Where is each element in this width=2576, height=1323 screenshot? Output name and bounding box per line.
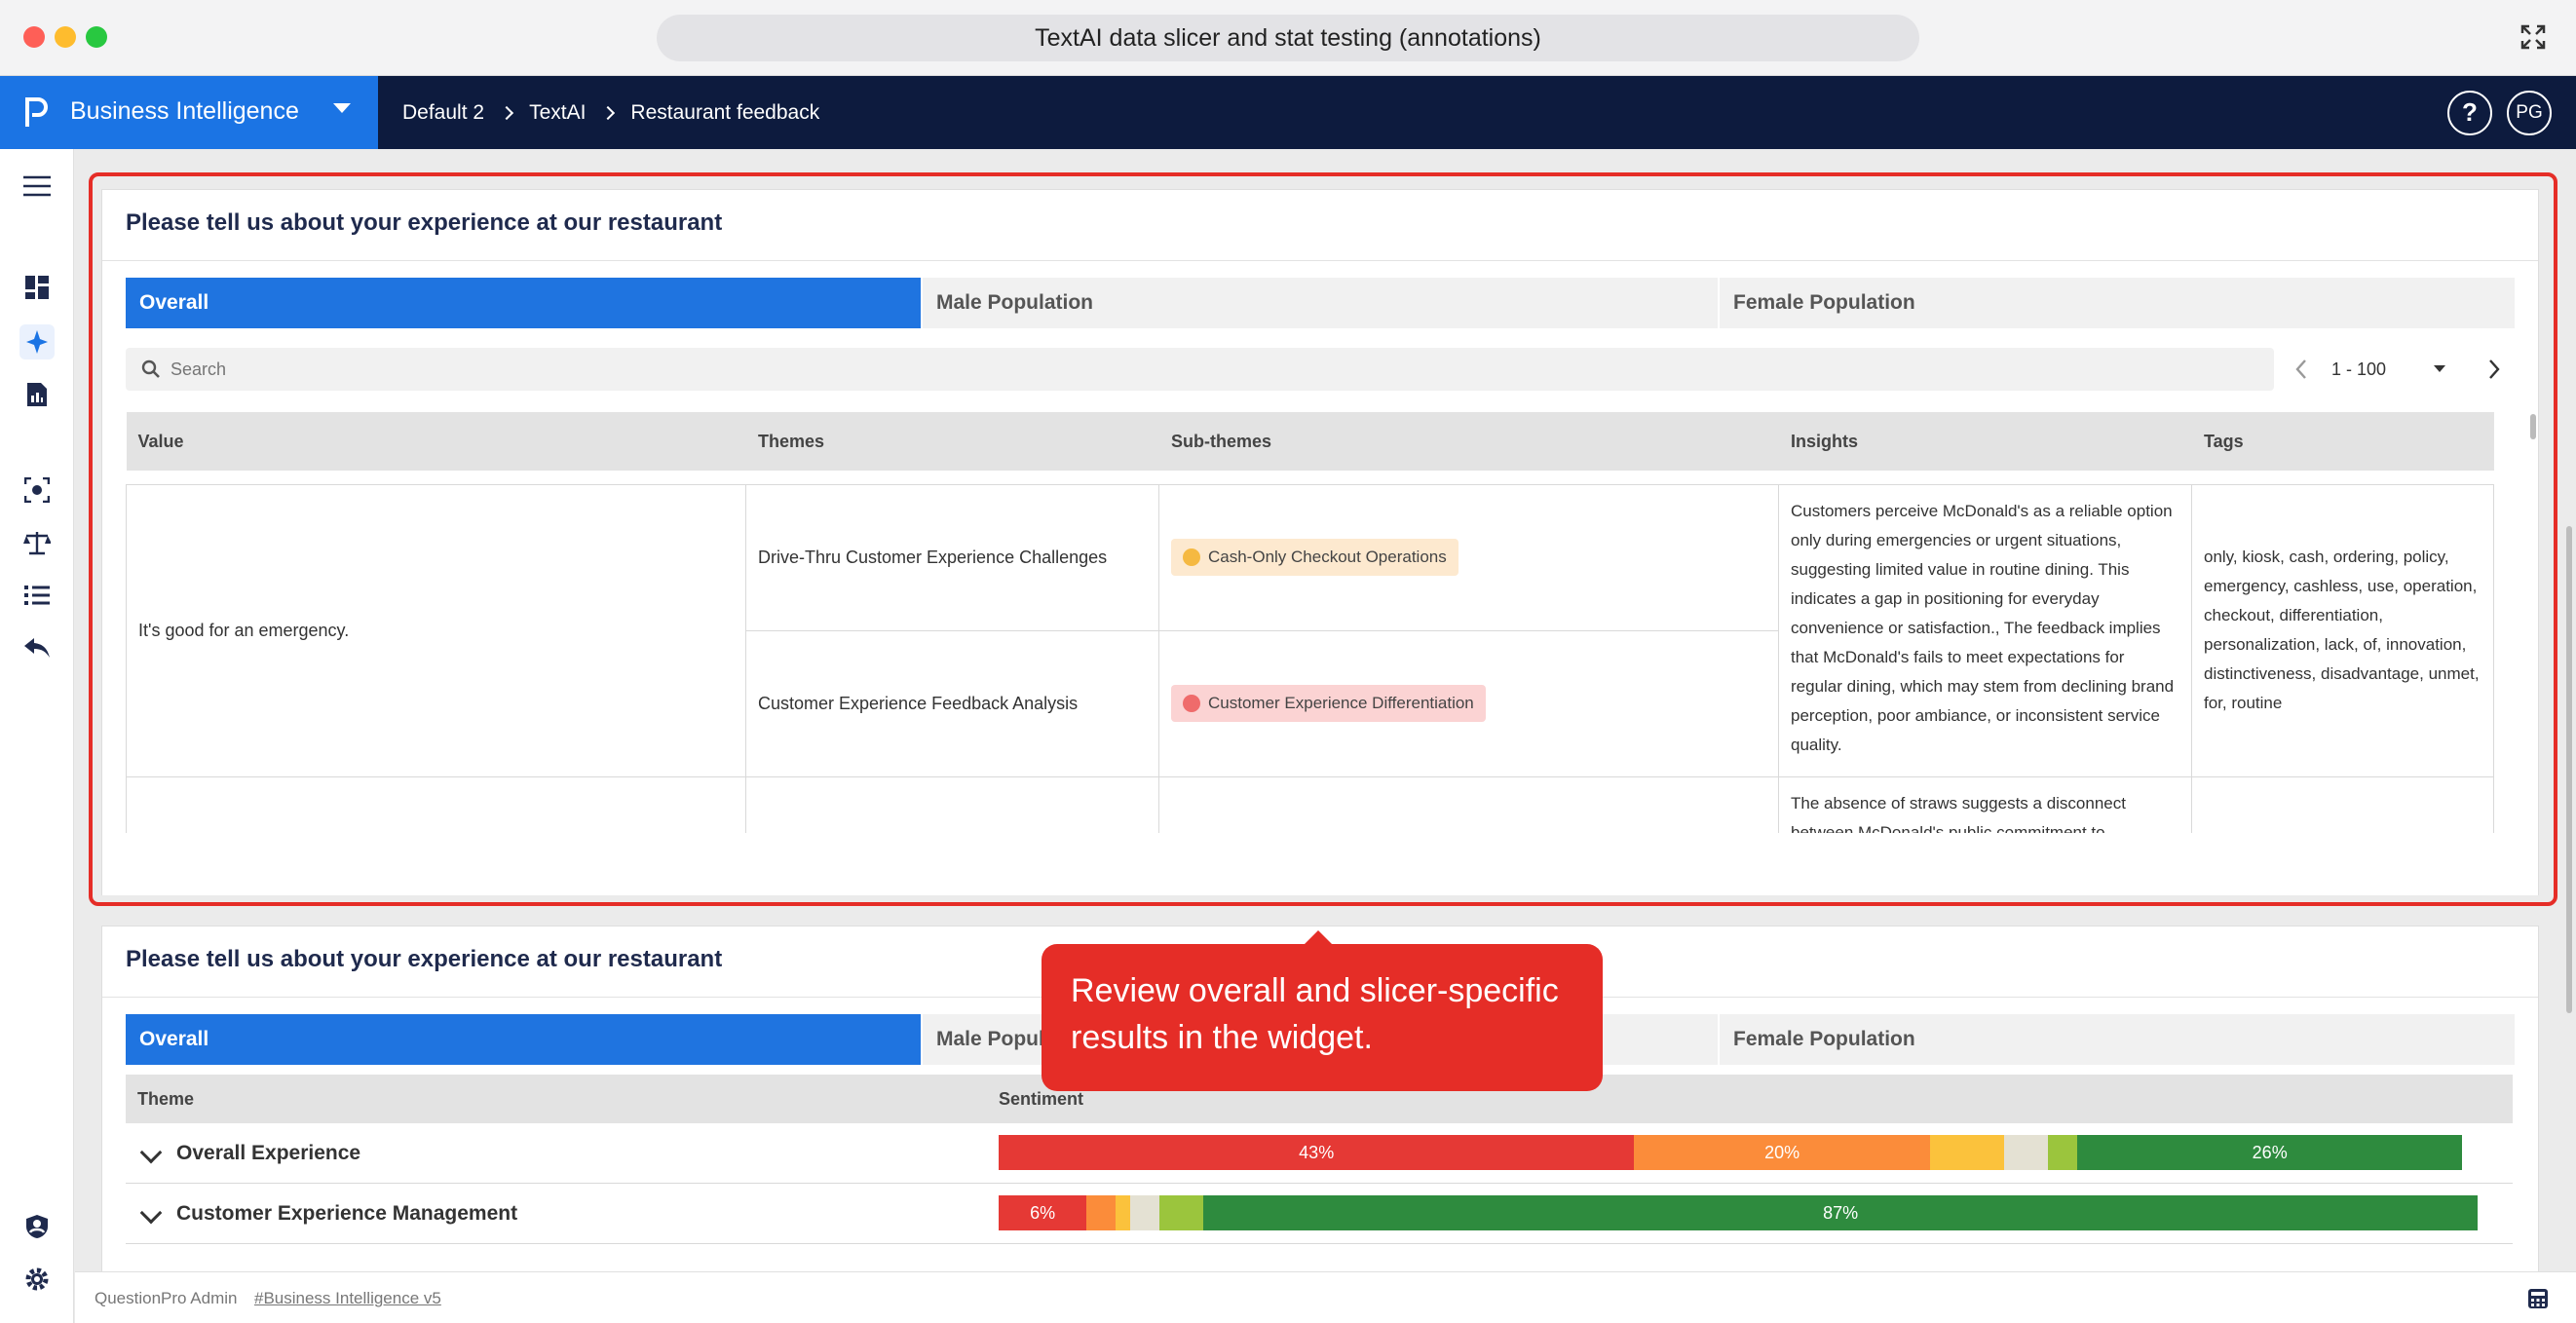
- list-icon[interactable]: [19, 578, 55, 613]
- breadcrumb-item[interactable]: TextAI: [529, 101, 586, 125]
- verbatim-table: Value Themes Sub-themes Insights Tags It…: [126, 412, 2494, 889]
- window-title: TextAI data slicer and stat testing (ann…: [657, 15, 1919, 61]
- help-button[interactable]: ?: [2447, 91, 2492, 135]
- theme-row[interactable]: Overall Experience 43% 20% 26%: [126, 1123, 2513, 1184]
- textai-sparkle-icon[interactable]: [19, 324, 55, 359]
- chevron-down-icon[interactable]: [139, 1141, 163, 1164]
- segment-focus-icon[interactable]: [19, 472, 55, 508]
- breadcrumb: Default 2 TextAI Restaurant feedback: [402, 76, 819, 149]
- window-titlebar: TextAI data slicer and stat testing (ann…: [0, 0, 2576, 76]
- column-header-themes[interactable]: Themes: [745, 412, 1159, 471]
- sad-face-icon: [1183, 695, 1200, 712]
- sentiment-segment[interactable]: [1130, 1195, 1160, 1230]
- sentiment-segment[interactable]: 26%: [2077, 1135, 2462, 1170]
- search-input[interactable]: [170, 348, 2216, 391]
- sentiment-segment[interactable]: [2003, 1135, 2049, 1170]
- verbatim-widget: Please tell us about your experience at …: [101, 189, 2539, 895]
- slicer-tabs: Overall Male Population Female Populatio…: [126, 278, 2517, 328]
- column-header-sub-themes[interactable]: Sub-themes: [1158, 412, 1779, 471]
- sentiment-segment[interactable]: 43%: [999, 1135, 1635, 1170]
- footer-prefix: QuestionPro Admin: [95, 1289, 238, 1307]
- footer: QuestionPro Admin #Business Intelligence…: [75, 1271, 2576, 1323]
- sentiment-segment[interactable]: [2048, 1135, 2078, 1170]
- theme-row[interactable]: Customer Experience Management 6% 87%: [126, 1184, 2513, 1244]
- caret-down-icon: [333, 103, 351, 113]
- tab-overall[interactable]: Overall: [126, 278, 923, 328]
- subtheme-cell: Cash-Only Checkout Operations: [1158, 483, 1779, 631]
- maximize-window-button[interactable]: [86, 26, 107, 48]
- search-bar: [126, 348, 2274, 391]
- close-window-button[interactable]: [23, 26, 45, 48]
- column-header-value[interactable]: Value: [126, 412, 746, 471]
- sentiment-segment[interactable]: 87%: [1203, 1195, 2478, 1230]
- column-header-theme: Theme: [137, 1089, 195, 1109]
- guide-tooltip: Review overall and slicer-specific resul…: [1042, 930, 1603, 1091]
- sentiment-segment[interactable]: [1159, 1195, 1204, 1230]
- report-icon[interactable]: [19, 377, 55, 412]
- footer-link[interactable]: #Business Intelligence v5: [254, 1272, 441, 1323]
- page-scrollbar[interactable]: [2566, 526, 2572, 1013]
- avatar[interactable]: PG: [2507, 91, 2552, 135]
- dashboard-icon[interactable]: [19, 270, 55, 305]
- previous-page-icon[interactable]: [2294, 359, 2308, 380]
- subtheme-chip-label: Cash-Only Checkout Operations: [1208, 548, 1447, 566]
- sentiment-segment[interactable]: 20%: [1634, 1135, 1930, 1170]
- page-size-dropdown-icon[interactable]: [2433, 364, 2446, 374]
- user-shield-icon[interactable]: [19, 1209, 55, 1244]
- tab-female-population[interactable]: Female Population: [1720, 1014, 2517, 1065]
- neutral-face-icon: [1183, 548, 1200, 566]
- chevron-right-icon: [499, 105, 514, 120]
- sentiment-bar: 6% 87%: [999, 1195, 2478, 1230]
- chevron-right-icon: [601, 105, 616, 120]
- sentiment-segment[interactable]: [1086, 1195, 1117, 1230]
- sentiment-table: Theme Sentiment Overall Experience 43% 20…: [126, 1075, 2513, 1244]
- table-scrollbar[interactable]: [2530, 414, 2536, 439]
- tab-male-population[interactable]: Male Population: [923, 278, 1720, 328]
- sentiment-bar: 43% 20% 26%: [999, 1135, 2462, 1170]
- theme-cell: Drive-Thru Customer Experience Challenge…: [745, 483, 1159, 631]
- breadcrumb-item[interactable]: Default 2: [402, 101, 484, 125]
- pagination: 1 - 100: [2294, 348, 2501, 391]
- subtheme-cell: Customer Experience Differentiation: [1158, 629, 1779, 777]
- stat-testing-scale-icon[interactable]: [19, 525, 55, 560]
- table-row: It's good for an emergency. Drive-Thru C…: [126, 483, 2494, 777]
- tab-overall[interactable]: Overall: [126, 1014, 923, 1065]
- minimize-window-button[interactable]: [55, 26, 76, 48]
- sentiment-segment[interactable]: 6%: [999, 1195, 1087, 1230]
- theme-name: Overall Experience: [176, 1142, 361, 1164]
- calculator-icon[interactable]: [2527, 1288, 2549, 1309]
- column-header-insights[interactable]: Insights: [1778, 412, 2192, 471]
- breadcrumb-item[interactable]: Restaurant feedback: [630, 101, 819, 125]
- value-cell: It's good for an emergency.: [126, 483, 746, 777]
- widget-title: Please tell us about your experience at …: [126, 209, 723, 236]
- product-switcher[interactable]: Business Intelligence: [0, 76, 378, 149]
- insight-cell: Customers perceive McDonald's as a relia…: [1778, 483, 2192, 777]
- settings-gear-icon[interactable]: [19, 1262, 55, 1297]
- fullscreen-icon[interactable]: [2519, 23, 2547, 51]
- tags-cell: only, kiosk, cash, ordering, policy, eme…: [2191, 483, 2494, 777]
- dashboard-canvas: Please tell us about your experience at …: [75, 149, 2576, 1271]
- next-page-icon[interactable]: [2487, 359, 2501, 380]
- theme-cell: Customer Experience Feedback Analysis: [745, 629, 1159, 777]
- subtheme-chip[interactable]: Cash-Only Checkout Operations: [1171, 539, 1458, 576]
- widget-title: Please tell us about your experience at …: [126, 946, 723, 972]
- subtheme-chip-label: Customer Experience Differentiation: [1208, 694, 1474, 712]
- theme-name: Customer Experience Management: [176, 1202, 518, 1225]
- subtheme-chip[interactable]: Customer Experience Differentiation: [1171, 685, 1486, 722]
- chevron-down-icon[interactable]: [139, 1201, 163, 1225]
- left-sidebar: [0, 149, 74, 1323]
- sentiment-segment[interactable]: [1929, 1135, 2004, 1170]
- reply-icon[interactable]: [19, 630, 55, 665]
- product-name: Business Intelligence: [70, 97, 299, 125]
- app-header: Business Intelligence Default 2 TextAI R…: [0, 76, 2576, 149]
- tab-female-population[interactable]: Female Population: [1720, 278, 2517, 328]
- search-icon: [141, 359, 160, 378]
- sentiment-segment[interactable]: [1116, 1195, 1131, 1230]
- column-header-tags[interactable]: Tags: [2191, 412, 2494, 471]
- questionpro-logo-icon: [25, 97, 48, 127]
- menu-icon[interactable]: [19, 169, 55, 204]
- page-range: 1 - 100: [2331, 359, 2387, 379]
